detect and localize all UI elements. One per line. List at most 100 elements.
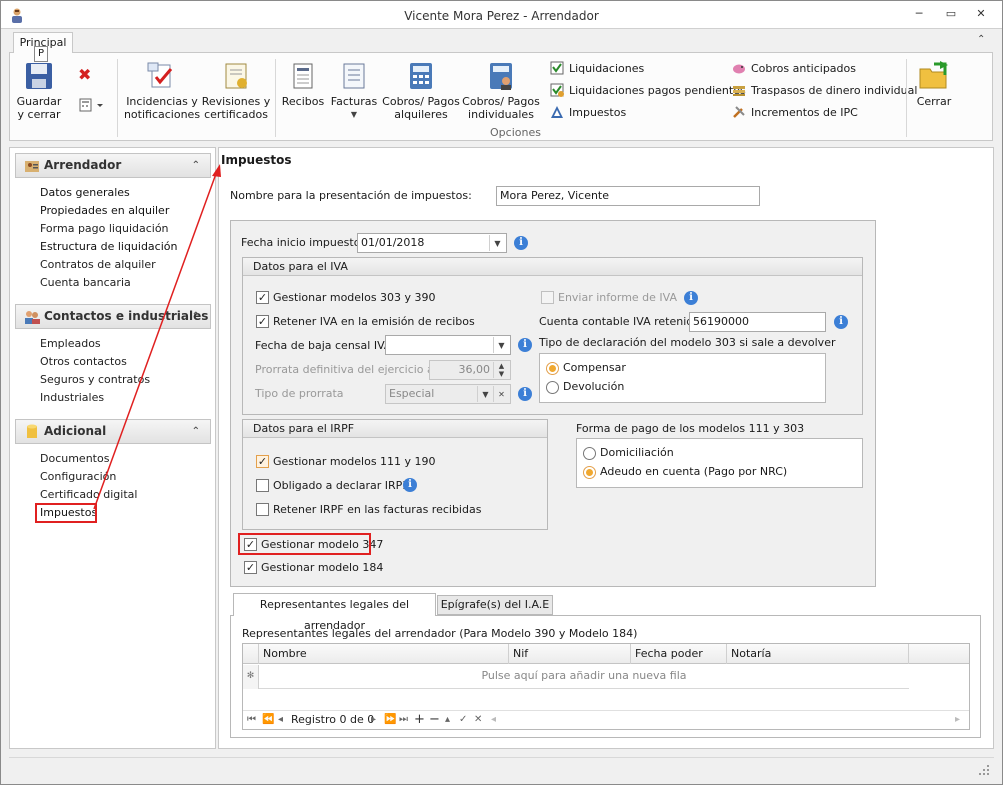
info-icon[interactable]: i — [518, 338, 532, 352]
sidebar-item-forma-pago[interactable]: Forma pago liquidación — [40, 222, 169, 235]
sidebar-group-adicional[interactable]: Adicional ⌃ — [15, 419, 211, 444]
sidebar-group-title: Adicional — [44, 424, 107, 438]
tipo-declaracion-radiogroup: Compensar Devolución — [539, 353, 826, 403]
nombre-input[interactable]: Mora Perez, Vicente — [496, 186, 760, 206]
info-icon[interactable]: i — [834, 315, 848, 329]
adeudo-radio[interactable] — [583, 466, 596, 479]
fecha-baja-input[interactable]: ▼ — [385, 335, 511, 355]
dropdown-arrow-icon[interactable]: ▼ — [493, 337, 509, 353]
sidebar-item-certificado[interactable]: Certificado digital — [40, 488, 137, 501]
compensar-radio[interactable] — [546, 362, 559, 375]
sidebar-item-estructura[interactable]: Estructura de liquidación — [40, 240, 177, 253]
prorrata-input: 36,00 ▲ ▼ — [429, 360, 511, 380]
sidebar-item-datos-generales[interactable]: Datos generales — [40, 186, 130, 199]
highlight-box-modelo-347 — [238, 533, 371, 555]
impuestos-link[interactable]: Impuestos — [550, 105, 626, 119]
sidebar-item-documentos[interactable]: Documentos — [40, 452, 109, 465]
compensar-label: Compensar — [563, 361, 626, 374]
nav-delete-icon[interactable]: − — [429, 711, 440, 729]
grid-header: Nombre Nif Fecha poder Notaría — [243, 644, 969, 664]
nav-edit-icon[interactable]: ▴ — [445, 711, 450, 729]
modelo-184-label: Gestionar modelo 184 — [261, 561, 384, 574]
cuenta-iva-input[interactable]: 56190000 — [689, 312, 826, 332]
tipo-declaracion-label: Tipo de declaración del modelo 303 si sa… — [539, 336, 836, 349]
tax-settings-box: Fecha inicio impuestos: 01/01/2018 ▼ i Da… — [230, 220, 876, 587]
revisiones-label: Revisiones y certificados — [201, 95, 271, 121]
tab-epigrafes-label: Epígrafe(s) del I.A.E — [440, 598, 550, 611]
info-icon[interactable]: i — [684, 291, 698, 305]
devolucion-radio[interactable] — [546, 381, 559, 394]
sidebar-item-empleados[interactable]: Empleados — [40, 337, 101, 350]
collapse-ribbon-icon[interactable]: ⌃ — [977, 34, 985, 45]
nav-prev-page-icon[interactable]: ⏪ — [262, 711, 274, 729]
column-header-fecha-poder[interactable]: Fecha poder — [631, 644, 727, 664]
info-icon[interactable]: i — [518, 387, 532, 401]
sidebar-item-seguros[interactable]: Seguros y contratos — [40, 373, 150, 386]
nav-next-page-icon[interactable]: ⏩ — [384, 711, 396, 729]
gestionar-111-checkbox[interactable]: ✓ — [256, 455, 269, 468]
liquidaciones-link[interactable]: Liquidaciones — [550, 61, 644, 75]
sidebar-item-industriales[interactable]: Industriales — [40, 391, 104, 404]
sidebar-item-otros-contactos[interactable]: Otros contactos — [40, 355, 127, 368]
recibos-button[interactable]: Recibos — [279, 61, 327, 108]
nav-add-icon[interactable]: + — [414, 711, 425, 729]
cobros-anticipados-link[interactable]: Cobros anticipados — [732, 61, 856, 75]
fecha-inicio-input[interactable]: 01/01/2018 ▼ — [357, 233, 507, 253]
nav-next-icon[interactable]: ▸ — [371, 711, 376, 729]
sidebar-group-contactos[interactable]: Contactos e industriales ⌃ — [15, 304, 211, 329]
incidencias-button[interactable]: Incidencias y notificaciones — [123, 61, 201, 121]
grid-caption: Representantes legales del arrendador (P… — [242, 627, 638, 640]
liquidaciones-pendientes-link[interactable]: Liquidaciones pagos pendientes — [550, 83, 746, 97]
tab-representantes[interactable]: Representantes legales del arrendador — [233, 593, 436, 632]
retener-irpf-checkbox[interactable] — [256, 503, 269, 516]
sidebar-group-arrendador[interactable]: Arrendador ⌃ — [15, 153, 211, 178]
column-header-nombre[interactable]: Nombre — [259, 644, 509, 664]
nav-last-icon[interactable]: ⏭ — [399, 711, 408, 729]
scroll-left-icon[interactable]: ◂ — [491, 711, 496, 729]
sidebar-item-propiedades[interactable]: Propiedades en alquiler — [40, 204, 169, 217]
liquidaciones-pendientes-icon — [550, 83, 564, 97]
delete-icon[interactable]: ✖ — [78, 65, 91, 84]
tab-epigrafes[interactable]: Epígrafe(s) del I.A.E — [437, 595, 553, 615]
sidebar-item-configuracion[interactable]: Configuración — [40, 470, 116, 483]
domiciliacion-radio[interactable] — [583, 447, 596, 460]
cerrar-button[interactable]: Cerrar — [910, 61, 958, 108]
dropdown-arrow-icon[interactable]: ▼ — [489, 235, 505, 251]
info-icon[interactable]: i — [514, 236, 528, 250]
nav-first-icon[interactable]: ⏮ — [247, 711, 256, 729]
maximize-button[interactable]: ▭ — [943, 7, 959, 21]
landlord-icon — [24, 158, 40, 173]
nav-cancel-icon[interactable]: ✕ — [474, 711, 482, 729]
fecha-inicio-value: 01/01/2018 — [361, 236, 425, 249]
sidebar-item-cuenta-bancaria[interactable]: Cuenta bancaria — [40, 276, 131, 289]
traspasos-link[interactable]: Traspasos de dinero individual — [732, 83, 917, 97]
nav-confirm-icon[interactable]: ✓ — [459, 711, 467, 729]
column-header-nif[interactable]: Nif — [509, 644, 631, 664]
sidebar-item-contratos[interactable]: Contratos de alquiler — [40, 258, 156, 271]
retener-iva-checkbox[interactable]: ✓ — [256, 315, 269, 328]
title-bar: Vicente Mora Perez - Arrendador ─ ▭ ✕ — [1, 1, 1002, 29]
guardar-cerrar-button[interactable]: Guardar y cerrar — [12, 61, 66, 121]
minimize-button[interactable]: ─ — [911, 7, 927, 21]
new-row-prompt[interactable]: Pulse aquí para añadir una nueva fila — [259, 665, 909, 689]
clear-icon: ✕ — [493, 386, 509, 402]
revisiones-button[interactable]: Revisiones y certificados — [201, 61, 271, 121]
cobros-alquileres-label: Cobros/ Pagos alquileres — [382, 95, 460, 121]
calculator-dropdown-icon[interactable] — [78, 97, 106, 113]
cobros-individuales-button[interactable]: Cobros/ Pagos individuales — [462, 61, 540, 121]
column-header-notaria[interactable]: Notaría — [727, 644, 909, 664]
close-window-button[interactable]: ✕ — [973, 7, 989, 21]
nav-prev-icon[interactable]: ◂ — [278, 711, 283, 729]
info-icon[interactable]: i — [403, 478, 417, 492]
gestionar-303-checkbox[interactable]: ✓ — [256, 291, 269, 304]
modelo-184-checkbox[interactable]: ✓ — [244, 561, 257, 574]
facturas-button[interactable]: Facturas ▼ — [328, 61, 380, 121]
incrementos-ipc-link[interactable]: Incrementos de IPC — [732, 105, 858, 119]
cobros-alquileres-button[interactable]: Cobros/ Pagos alquileres — [382, 61, 460, 121]
scroll-right-icon[interactable]: ▸ — [955, 711, 960, 729]
resize-grip-icon[interactable] — [978, 764, 990, 776]
collapse-chevron-icon: ⌃ — [191, 160, 200, 171]
cerrar-label: Cerrar — [916, 95, 952, 108]
obligado-irpf-checkbox[interactable] — [256, 479, 269, 492]
sidebar: Arrendador ⌃ Datos generales Propiedades… — [9, 147, 216, 749]
